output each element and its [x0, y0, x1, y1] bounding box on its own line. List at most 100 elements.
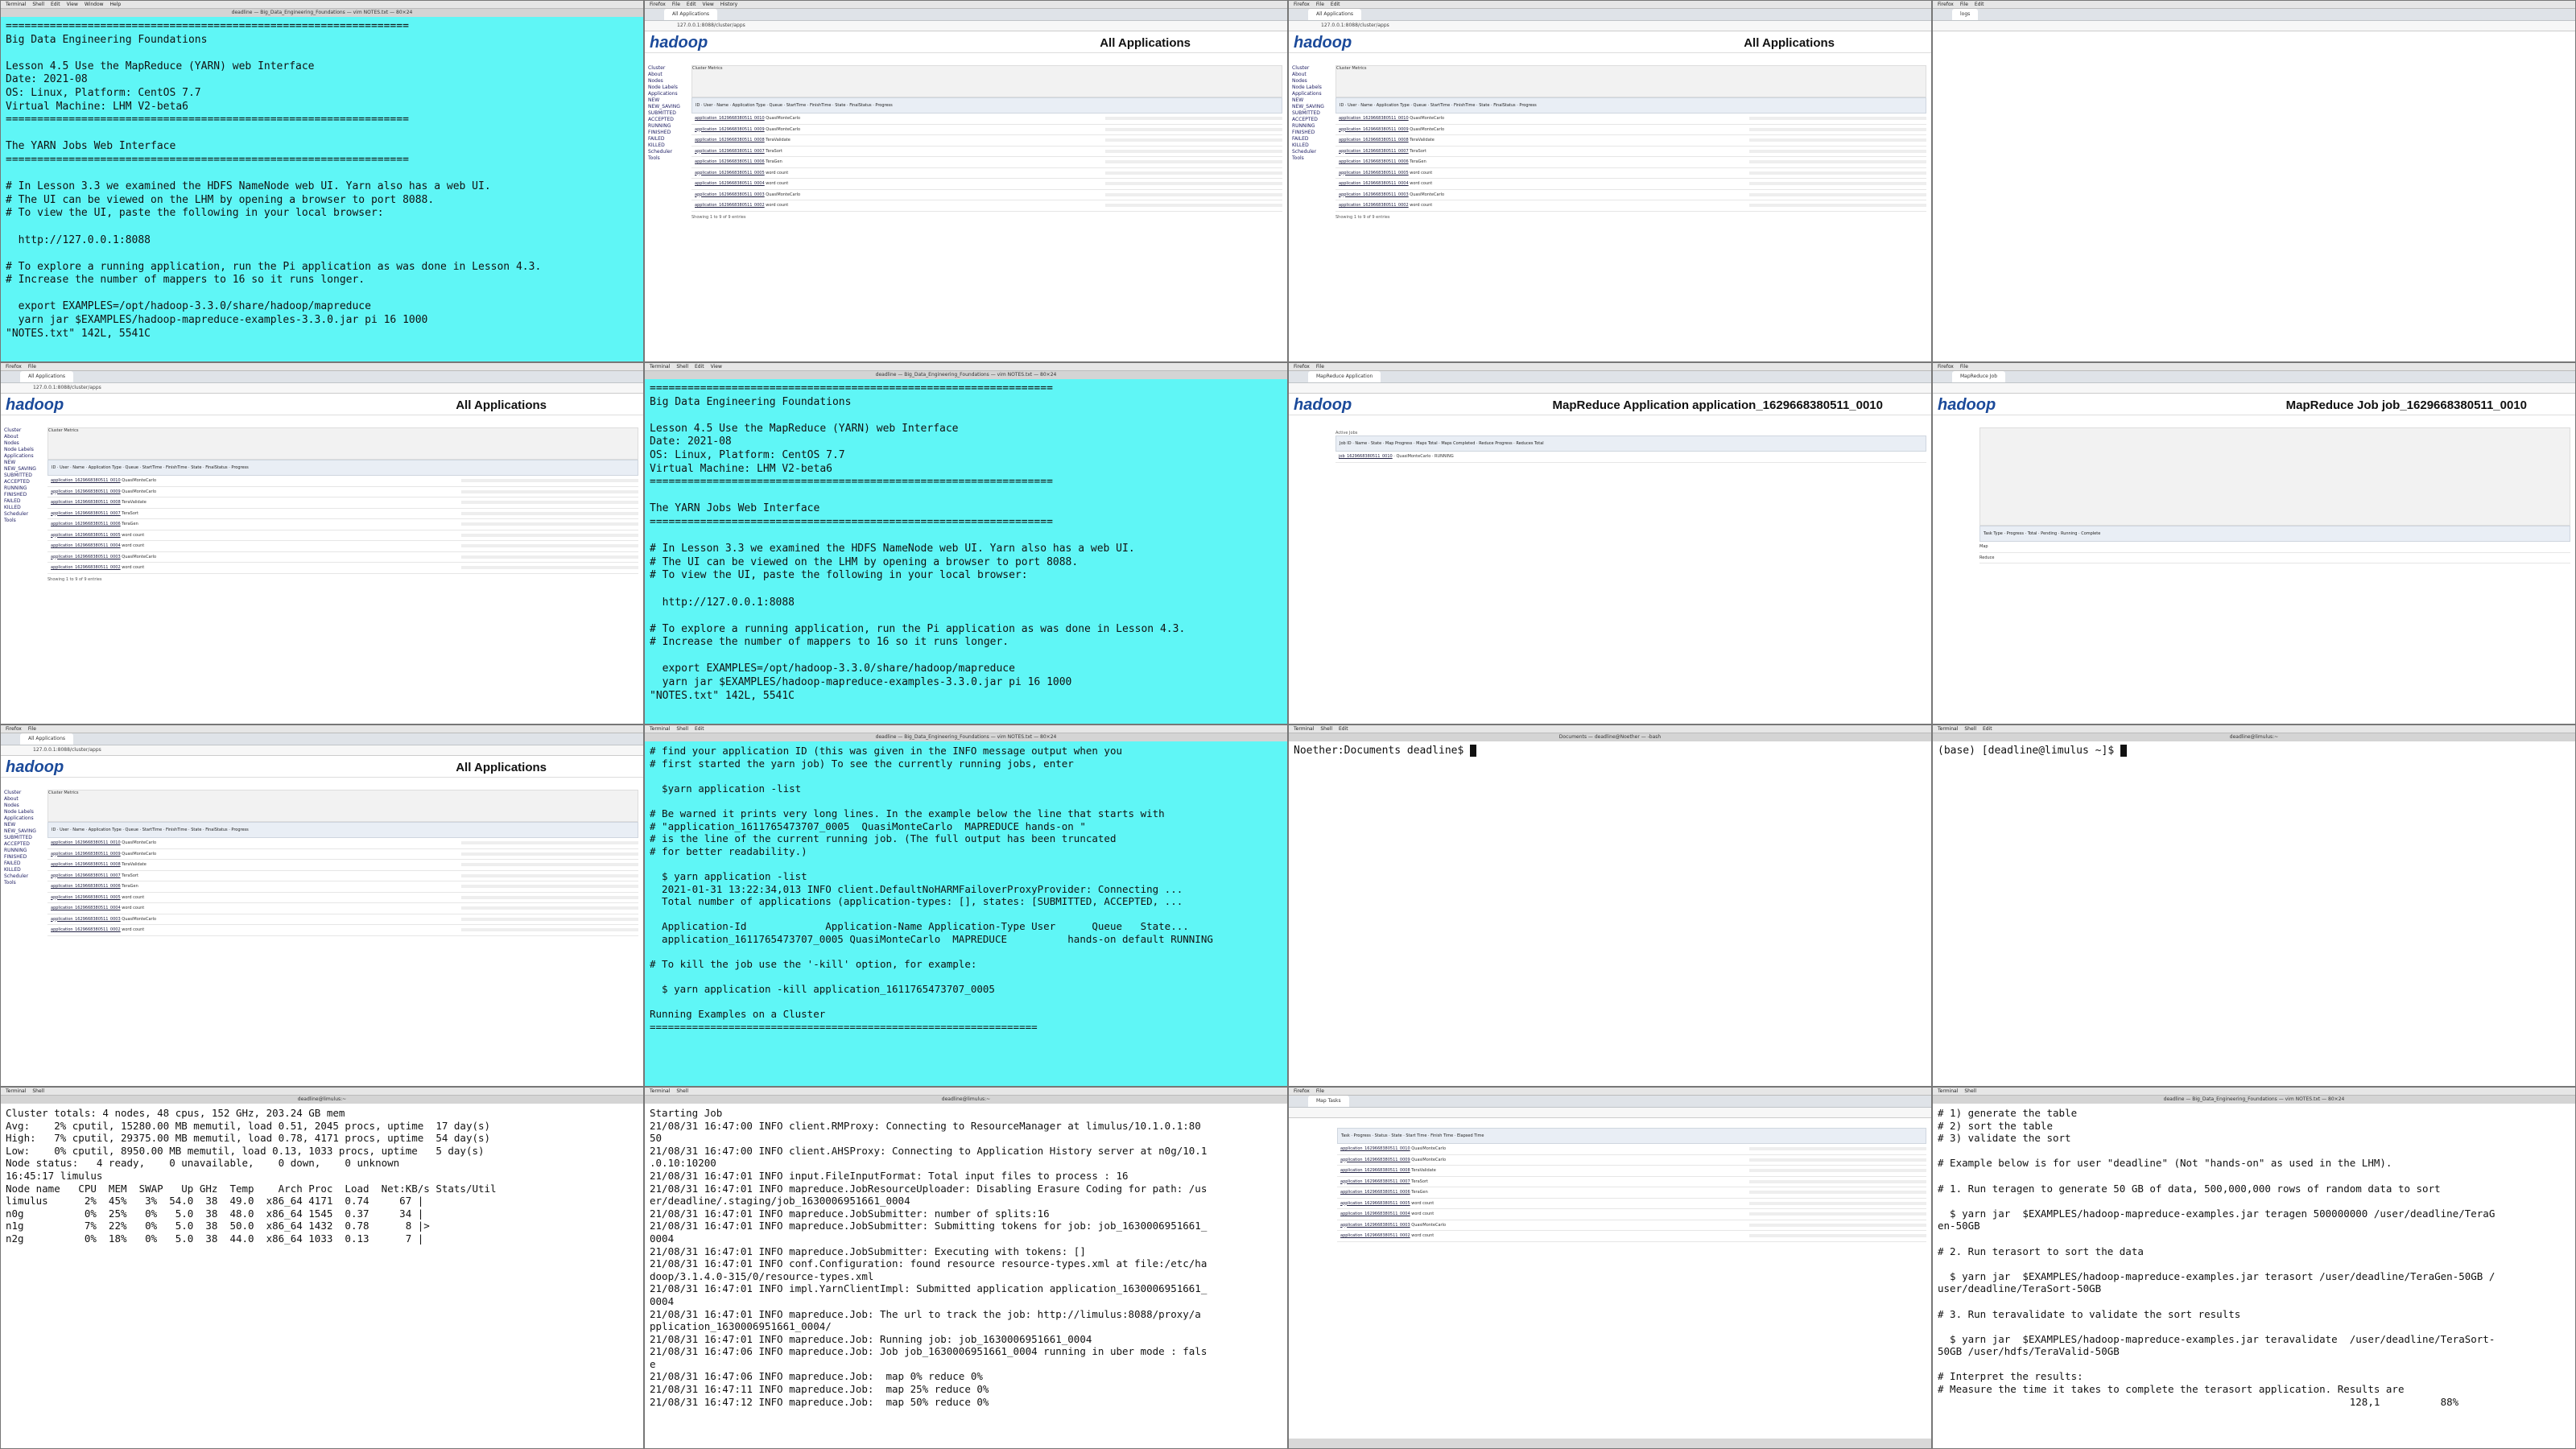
table-row[interactable]: job_1629668380511_0010 · QuasiMonteCarlo…	[1335, 452, 1926, 463]
sidebar-item[interactable]: FAILED	[648, 136, 688, 142]
table-row[interactable]: application_1629668380511_0010 QuasiMont…	[1335, 114, 1926, 125]
table-row[interactable]: application_1629668380511_0004 word coun…	[691, 179, 1282, 190]
sidebar-item[interactable]: NEW_SAVING	[648, 104, 688, 110]
table-row[interactable]: application_1629668380511_0009 QuasiMont…	[691, 125, 1282, 135]
sidebar-item[interactable]: KILLED	[4, 505, 44, 511]
table-row[interactable]: application_1629668380511_0006 TeraGen	[47, 519, 638, 530]
table-row[interactable]: application_1629668380511_0002 word coun…	[1337, 1231, 1926, 1242]
sidebar-item[interactable]: Tools	[4, 518, 44, 524]
sidebar-item[interactable]: About	[4, 796, 44, 803]
notes-text[interactable]: # 1) generate the table # 2) sort the tab…	[1933, 1104, 2575, 1448]
sidebar-item[interactable]: NEW_SAVING	[4, 828, 44, 835]
terminal-text[interactable]: (base) [deadline@limulus ~]$	[1933, 741, 2575, 1086]
url-bar[interactable]	[1933, 21, 2575, 31]
app-id-link[interactable]: application_1629668380511_0009	[695, 127, 765, 132]
table-row[interactable]: application_1629668380511_0009 QuasiMont…	[47, 849, 638, 860]
table-row[interactable]: application_1629668380511_0004 word coun…	[1337, 1209, 1926, 1220]
cluster-sidebar[interactable]: Cluster About Nodes Node Labels Applications…	[4, 790, 44, 886]
sidebar-item[interactable]: Node Labels	[4, 809, 44, 815]
table-row[interactable]: application_1629668380511_0004 word coun…	[1335, 179, 1926, 190]
url-bar[interactable]	[1289, 1108, 1931, 1118]
app-id-link[interactable]: application_1629668380511_0010	[695, 116, 765, 121]
sidebar-item[interactable]: NEW	[4, 460, 44, 466]
cluster-status-text[interactable]: Cluster totals: 4 nodes, 48 cpus, 152 GH…	[1, 1104, 643, 1448]
table-row[interactable]: application_1629668380511_0007 TeraSort	[1337, 1177, 1926, 1187]
sidebar-item[interactable]: Scheduler	[648, 149, 688, 155]
app-id-link[interactable]: application_1629668380511_0010	[1340, 1146, 1410, 1151]
table-row[interactable]: application_1629668380511_0008 TeraValid…	[691, 135, 1282, 147]
table-row[interactable]: application_1629668380511_0002 word coun…	[47, 925, 638, 936]
sidebar-item[interactable]: FAILED	[4, 861, 44, 867]
sidebar-item[interactable]: Applications	[4, 815, 44, 822]
sidebar-item[interactable]: Nodes	[4, 803, 44, 809]
sidebar-item[interactable]: Scheduler	[4, 511, 44, 518]
url-bar[interactable]	[1933, 383, 2575, 394]
sidebar-item[interactable]: Applications	[1292, 91, 1332, 97]
table-row[interactable]: application_1629668380511_0003 QuasiMont…	[47, 914, 638, 925]
table-row[interactable]: application_1629668380511_0002 word coun…	[47, 563, 638, 574]
sidebar-item[interactable]: FINISHED	[4, 854, 44, 861]
sidebar-item[interactable]: RUNNING	[4, 848, 44, 854]
app-id-link[interactable]: application_1629668380511_0003	[51, 555, 121, 559]
app-id-link[interactable]: application_1629668380511_0010	[51, 478, 121, 483]
cluster-sidebar[interactable]: Cluster About Nodes Node Labels Applications…	[648, 65, 688, 162]
table-row[interactable]: application_1629668380511_0005 word coun…	[691, 168, 1282, 179]
table-row[interactable]: application_1629668380511_0005 word coun…	[1337, 1199, 1926, 1209]
app-id-link[interactable]: application_1629668380511_0009	[1339, 127, 1409, 132]
menu-item[interactable]: Terminal	[6, 2, 26, 7]
app-id-link[interactable]: application_1629668380511_0008	[695, 138, 765, 142]
table-row[interactable]: application_1629668380511_0007 TeraSort	[47, 509, 638, 519]
app-id-link[interactable]: application_1629668380511_0005	[1339, 171, 1409, 175]
app-id-link[interactable]: application_1629668380511_0002	[695, 203, 765, 208]
sidebar-item[interactable]: Cluster	[1292, 65, 1332, 72]
app-id-link[interactable]: application_1629668380511_0006	[695, 159, 765, 164]
table-row[interactable]: application_1629668380511_0002 word coun…	[1335, 200, 1926, 212]
table-row[interactable]: application_1629668380511_0009 QuasiMont…	[47, 487, 638, 497]
sidebar-item[interactable]: Applications	[4, 453, 44, 460]
sidebar-item[interactable]: RUNNING	[648, 123, 688, 130]
sidebar-item[interactable]: SUBMITTED	[648, 110, 688, 117]
app-id-link[interactable]: application_1629668380511_0002	[51, 565, 121, 570]
notes-text[interactable]: # find your application ID (this was giv…	[645, 741, 1287, 1086]
table-row[interactable]: application_1629668380511_0005 word coun…	[1335, 168, 1926, 179]
table-row[interactable]: application_1629668380511_0009 QuasiMont…	[1337, 1155, 1926, 1166]
app-id-link[interactable]: application_1629668380511_0002	[1340, 1233, 1410, 1238]
app-id-link[interactable]: application_1629668380511_0008	[1340, 1168, 1410, 1173]
sidebar-item[interactable]: ACCEPTED	[1292, 117, 1332, 123]
sidebar-item[interactable]: Cluster	[4, 427, 44, 434]
cluster-sidebar[interactable]: Cluster About Nodes Node Labels Applications…	[4, 427, 44, 524]
table-row[interactable]: application_1629668380511_0007 TeraSort	[1335, 147, 1926, 157]
app-id-link[interactable]: application_1629668380511_0008	[1339, 138, 1409, 142]
app-id-link[interactable]: application_1629668380511_0005	[51, 533, 121, 538]
table-row[interactable]: application_1629668380511_0003 QuasiMont…	[1335, 190, 1926, 200]
sidebar-item[interactable]: NEW_SAVING	[1292, 104, 1332, 110]
app-id-link[interactable]: application_1629668380511_0003	[51, 917, 121, 922]
menu-item[interactable]: View	[67, 2, 78, 7]
table-row[interactable]: application_1629668380511_0009 QuasiMont…	[1335, 125, 1926, 135]
url-bar[interactable]: 127.0.0.1:8088/cluster/apps	[1289, 21, 1931, 31]
app-id-link[interactable]: application_1629668380511_0009	[51, 852, 121, 857]
table-row[interactable]: application_1629668380511_0008 TeraValid…	[47, 497, 638, 509]
table-row[interactable]: application_1629668380511_0006 TeraGen	[691, 157, 1282, 168]
app-id-link[interactable]: application_1629668380511_0004	[51, 543, 121, 548]
app-id-link[interactable]: application_1629668380511_0003	[1339, 192, 1409, 197]
app-id-link[interactable]: application_1629668380511_0010	[51, 840, 121, 845]
sidebar-item[interactable]: Node Labels	[1292, 85, 1332, 91]
terminal-text[interactable]: Noether:Documents deadline$	[1289, 741, 1931, 1086]
table-row[interactable]: application_1629668380511_0008 TeraValid…	[47, 860, 638, 871]
notes-text[interactable]: ========================================…	[1, 17, 643, 361]
sidebar-item[interactable]: Nodes	[648, 78, 688, 85]
sidebar-item[interactable]: RUNNING	[1292, 123, 1332, 130]
app-id-link[interactable]: application_1629668380511_0007	[51, 873, 121, 878]
sidebar-item[interactable]: Nodes	[1292, 78, 1332, 85]
app-id-link[interactable]: application_1629668380511_0004	[51, 906, 121, 910]
app-id-link[interactable]: application_1629668380511_0004	[1340, 1212, 1410, 1216]
tab-mapreduce-job[interactable]: MapReduce Job	[1952, 371, 2006, 382]
app-id-link[interactable]: application_1629668380511_0007	[1339, 149, 1409, 154]
sidebar-item[interactable]: FINISHED	[4, 492, 44, 498]
sidebar-item[interactable]: FINISHED	[1292, 130, 1332, 136]
table-row[interactable]: application_1629668380511_0008 TeraValid…	[1337, 1166, 1926, 1177]
cluster-sidebar[interactable]: Cluster About Nodes Node Labels Applications…	[1292, 65, 1332, 162]
sidebar-item[interactable]: SUBMITTED	[4, 473, 44, 479]
table-row[interactable]: application_1629668380511_0003 QuasiMont…	[691, 190, 1282, 200]
